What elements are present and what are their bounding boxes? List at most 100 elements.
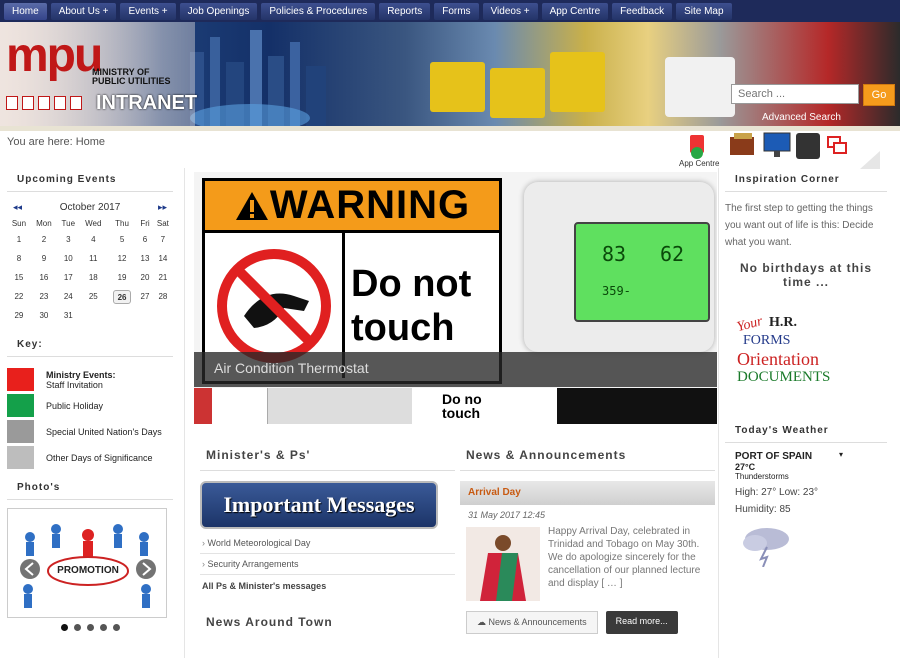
search-go-button[interactable]: Go <box>863 84 895 106</box>
calendar-day[interactable]: 21 <box>153 268 173 287</box>
phone-icon[interactable] <box>796 133 820 159</box>
logo-bars <box>6 96 82 110</box>
news-date: 31 May 2017 12:45 <box>468 510 546 520</box>
calendar-day <box>107 306 137 325</box>
calendar-day[interactable]: 26 <box>107 287 137 306</box>
carousel-dot[interactable] <box>60 624 68 631</box>
logo[interactable]: mpu MINISTRY OF PUBLIC UTILITIES INTRANE… <box>0 22 197 126</box>
nav-job-openings[interactable]: Job Openings <box>179 2 258 20</box>
calendar-day[interactable]: 10 <box>57 249 80 268</box>
slider-thumb[interactable]: Do no touch <box>412 388 557 424</box>
weather-dropdown-icon[interactable]: ▾ <box>839 450 843 459</box>
slider-thumb[interactable] <box>194 388 212 424</box>
calendar-day[interactable]: 31 <box>57 306 80 325</box>
nav-videos[interactable]: Videos + <box>482 2 538 20</box>
breadcrumb: You are here: Home <box>7 136 106 148</box>
nav-events[interactable]: Events + <box>120 2 176 20</box>
advanced-search-link[interactable]: Advanced Search <box>762 112 841 123</box>
nav-feedback[interactable]: Feedback <box>612 2 673 20</box>
carousel-dot[interactable] <box>86 624 94 631</box>
calendar-day[interactable]: 18 <box>80 268 107 287</box>
calendar-month: October 2017 <box>59 202 121 213</box>
weather-humidity: Humidity: 85 <box>735 504 791 515</box>
calendar-day[interactable]: 19 <box>107 268 137 287</box>
weekday-header: Thu <box>115 219 129 228</box>
news-thumbnail[interactable] <box>466 527 540 601</box>
calendar-day[interactable]: 20 <box>137 268 153 287</box>
key-item: Special United Nation's Days <box>7 419 173 444</box>
calendar-day[interactable]: 13 <box>137 249 153 268</box>
calendar-day[interactable]: 25 <box>80 287 107 306</box>
calendar-day[interactable]: 4 <box>80 230 107 249</box>
truck-image <box>430 62 485 112</box>
weather-high-low: High: 27° Low: 23° <box>735 487 819 498</box>
truck-image <box>550 52 605 112</box>
windows-icon[interactable] <box>827 136 847 154</box>
key-swatch-gray <box>7 420 34 443</box>
calendar-day[interactable]: 2 <box>31 230 57 249</box>
calendar-day[interactable]: 5 <box>107 230 137 249</box>
van-image <box>665 57 735 117</box>
calendar-day[interactable]: 15 <box>7 268 31 287</box>
calendar-day[interactable]: 24 <box>57 287 80 306</box>
calendar-day <box>80 306 107 325</box>
important-messages-banner[interactable]: Important Messages <box>200 481 438 529</box>
hr-forms-banner[interactable]: Your H.R. FORMS Orientation DOCUMENTS <box>725 314 887 427</box>
calendar-day[interactable]: 27 <box>137 287 153 306</box>
calendar-day[interactable]: 12 <box>107 249 137 268</box>
read-more-button[interactable]: Read more... <box>605 611 678 634</box>
ministers-list-item[interactable]: World Meteorological Day <box>200 533 455 554</box>
calendar-day <box>153 306 173 325</box>
image-slider[interactable]: 83 62 359- WARNING Do not touch Air Cond… <box>194 172 717 424</box>
calendar-day[interactable]: 7 <box>153 230 173 249</box>
calendar-day[interactable]: 11 <box>80 249 107 268</box>
calendar-day[interactable]: 22 <box>7 287 31 306</box>
carousel-dot[interactable] <box>99 624 107 631</box>
app-centre-icon[interactable] <box>690 135 704 159</box>
calendar-day[interactable]: 29 <box>7 306 31 325</box>
calendar-day[interactable]: 23 <box>31 287 57 306</box>
slider-thumb[interactable] <box>212 388 267 424</box>
carousel-dot[interactable] <box>73 624 81 631</box>
calendar-day[interactable]: 30 <box>31 306 57 325</box>
slider-thumb[interactable] <box>267 388 412 424</box>
calendar-day[interactable]: 17 <box>57 268 80 287</box>
weekday-header: Sat <box>156 219 169 228</box>
ministers-list-item[interactable]: Security Arrangements <box>200 554 455 575</box>
news-title: News & Announcements <box>460 440 715 471</box>
app-centre-label[interactable]: App Centre <box>679 159 719 168</box>
carousel-dot[interactable] <box>112 624 120 631</box>
computer-icon[interactable] <box>763 132 791 157</box>
calendar-grid: Sun Mon Tue Wed Thu Fri Sat 1 2 3 4 5 6 7 8 9 10 11 12 13 1… <box>7 217 173 325</box>
calendar-day[interactable]: 28 <box>153 287 173 306</box>
photo-carousel[interactable]: PROMOTION <box>7 508 167 618</box>
prev-year-icon[interactable]: ◂◂ <box>13 202 22 213</box>
news-body-2: We do apologize sincerely for the cancel… <box>548 552 701 589</box>
books-icon[interactable] <box>730 133 754 155</box>
calendar-day[interactable]: 9 <box>31 249 57 268</box>
calendar-day[interactable]: 8 <box>7 249 31 268</box>
nav-forms[interactable]: Forms <box>434 2 479 20</box>
nav-site-map[interactable]: Site Map <box>676 2 732 20</box>
next-year-icon[interactable]: ▸▸ <box>158 202 167 213</box>
calendar-day[interactable]: 6 <box>137 230 153 249</box>
weekday-header: Mon <box>36 219 52 228</box>
ministers-list: World Meteorological Day Security Arrang… <box>200 533 455 575</box>
news-category-tag[interactable]: ☁ News & Announcements <box>466 611 598 634</box>
calendar-day[interactable]: 3 <box>57 230 80 249</box>
inspiration-title: Inspiration Corner <box>725 168 887 192</box>
calendar-day[interactable]: 1 <box>7 230 31 249</box>
slider-thumb[interactable] <box>557 388 717 424</box>
search-input[interactable] <box>731 84 859 104</box>
calendar-day[interactable]: 16 <box>31 268 57 287</box>
hr-forms-text: FORMS <box>743 333 791 348</box>
nav-reports[interactable]: Reports <box>379 2 431 20</box>
column-divider <box>718 168 719 658</box>
nav-home[interactable]: Home <box>4 2 47 20</box>
nav-about-us[interactable]: About Us + <box>50 2 117 20</box>
calendar-day[interactable]: 14 <box>153 249 173 268</box>
all-ps-messages-link[interactable]: All Ps & Minister's messages <box>200 575 455 597</box>
news-item-title[interactable]: Arrival Day <box>460 481 715 505</box>
nav-policies[interactable]: Policies & Procedures <box>261 2 376 20</box>
nav-app-centre[interactable]: App Centre <box>541 2 609 20</box>
